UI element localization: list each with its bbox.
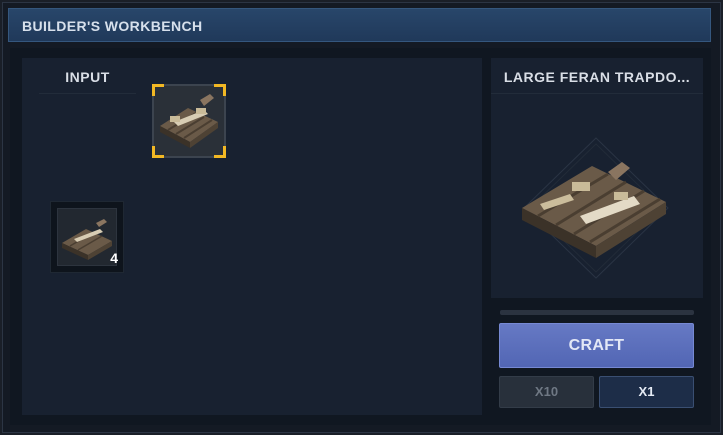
recipe-title: LARGE FERAN TRAPDO... [491,66,703,94]
item-count: 4 [110,250,118,266]
quantity-x10-button[interactable]: X10 [499,376,594,408]
trapdoor-icon [160,94,218,148]
input-header-label: INPUT [65,69,110,85]
ingredient-slot[interactable]: 4 [50,201,124,273]
trapdoor-icon [522,137,669,279]
quantity-x1-button[interactable]: X1 [599,376,694,408]
recipe-name: LARGE FERAN TRAPDO... [503,69,691,85]
input-header: INPUT [39,66,136,94]
ingredient-slot-frame [57,208,117,266]
trapdoor-icon [62,219,112,260]
recipe-preview [510,134,682,280]
craft-button[interactable]: CRAFT [499,323,694,368]
progress-bar [500,310,694,315]
selected-recipe-slot[interactable] [152,84,226,158]
window-title: BUILDER'S WORKBENCH [22,18,203,34]
titlebar: BUILDER'S WORKBENCH [8,8,711,42]
